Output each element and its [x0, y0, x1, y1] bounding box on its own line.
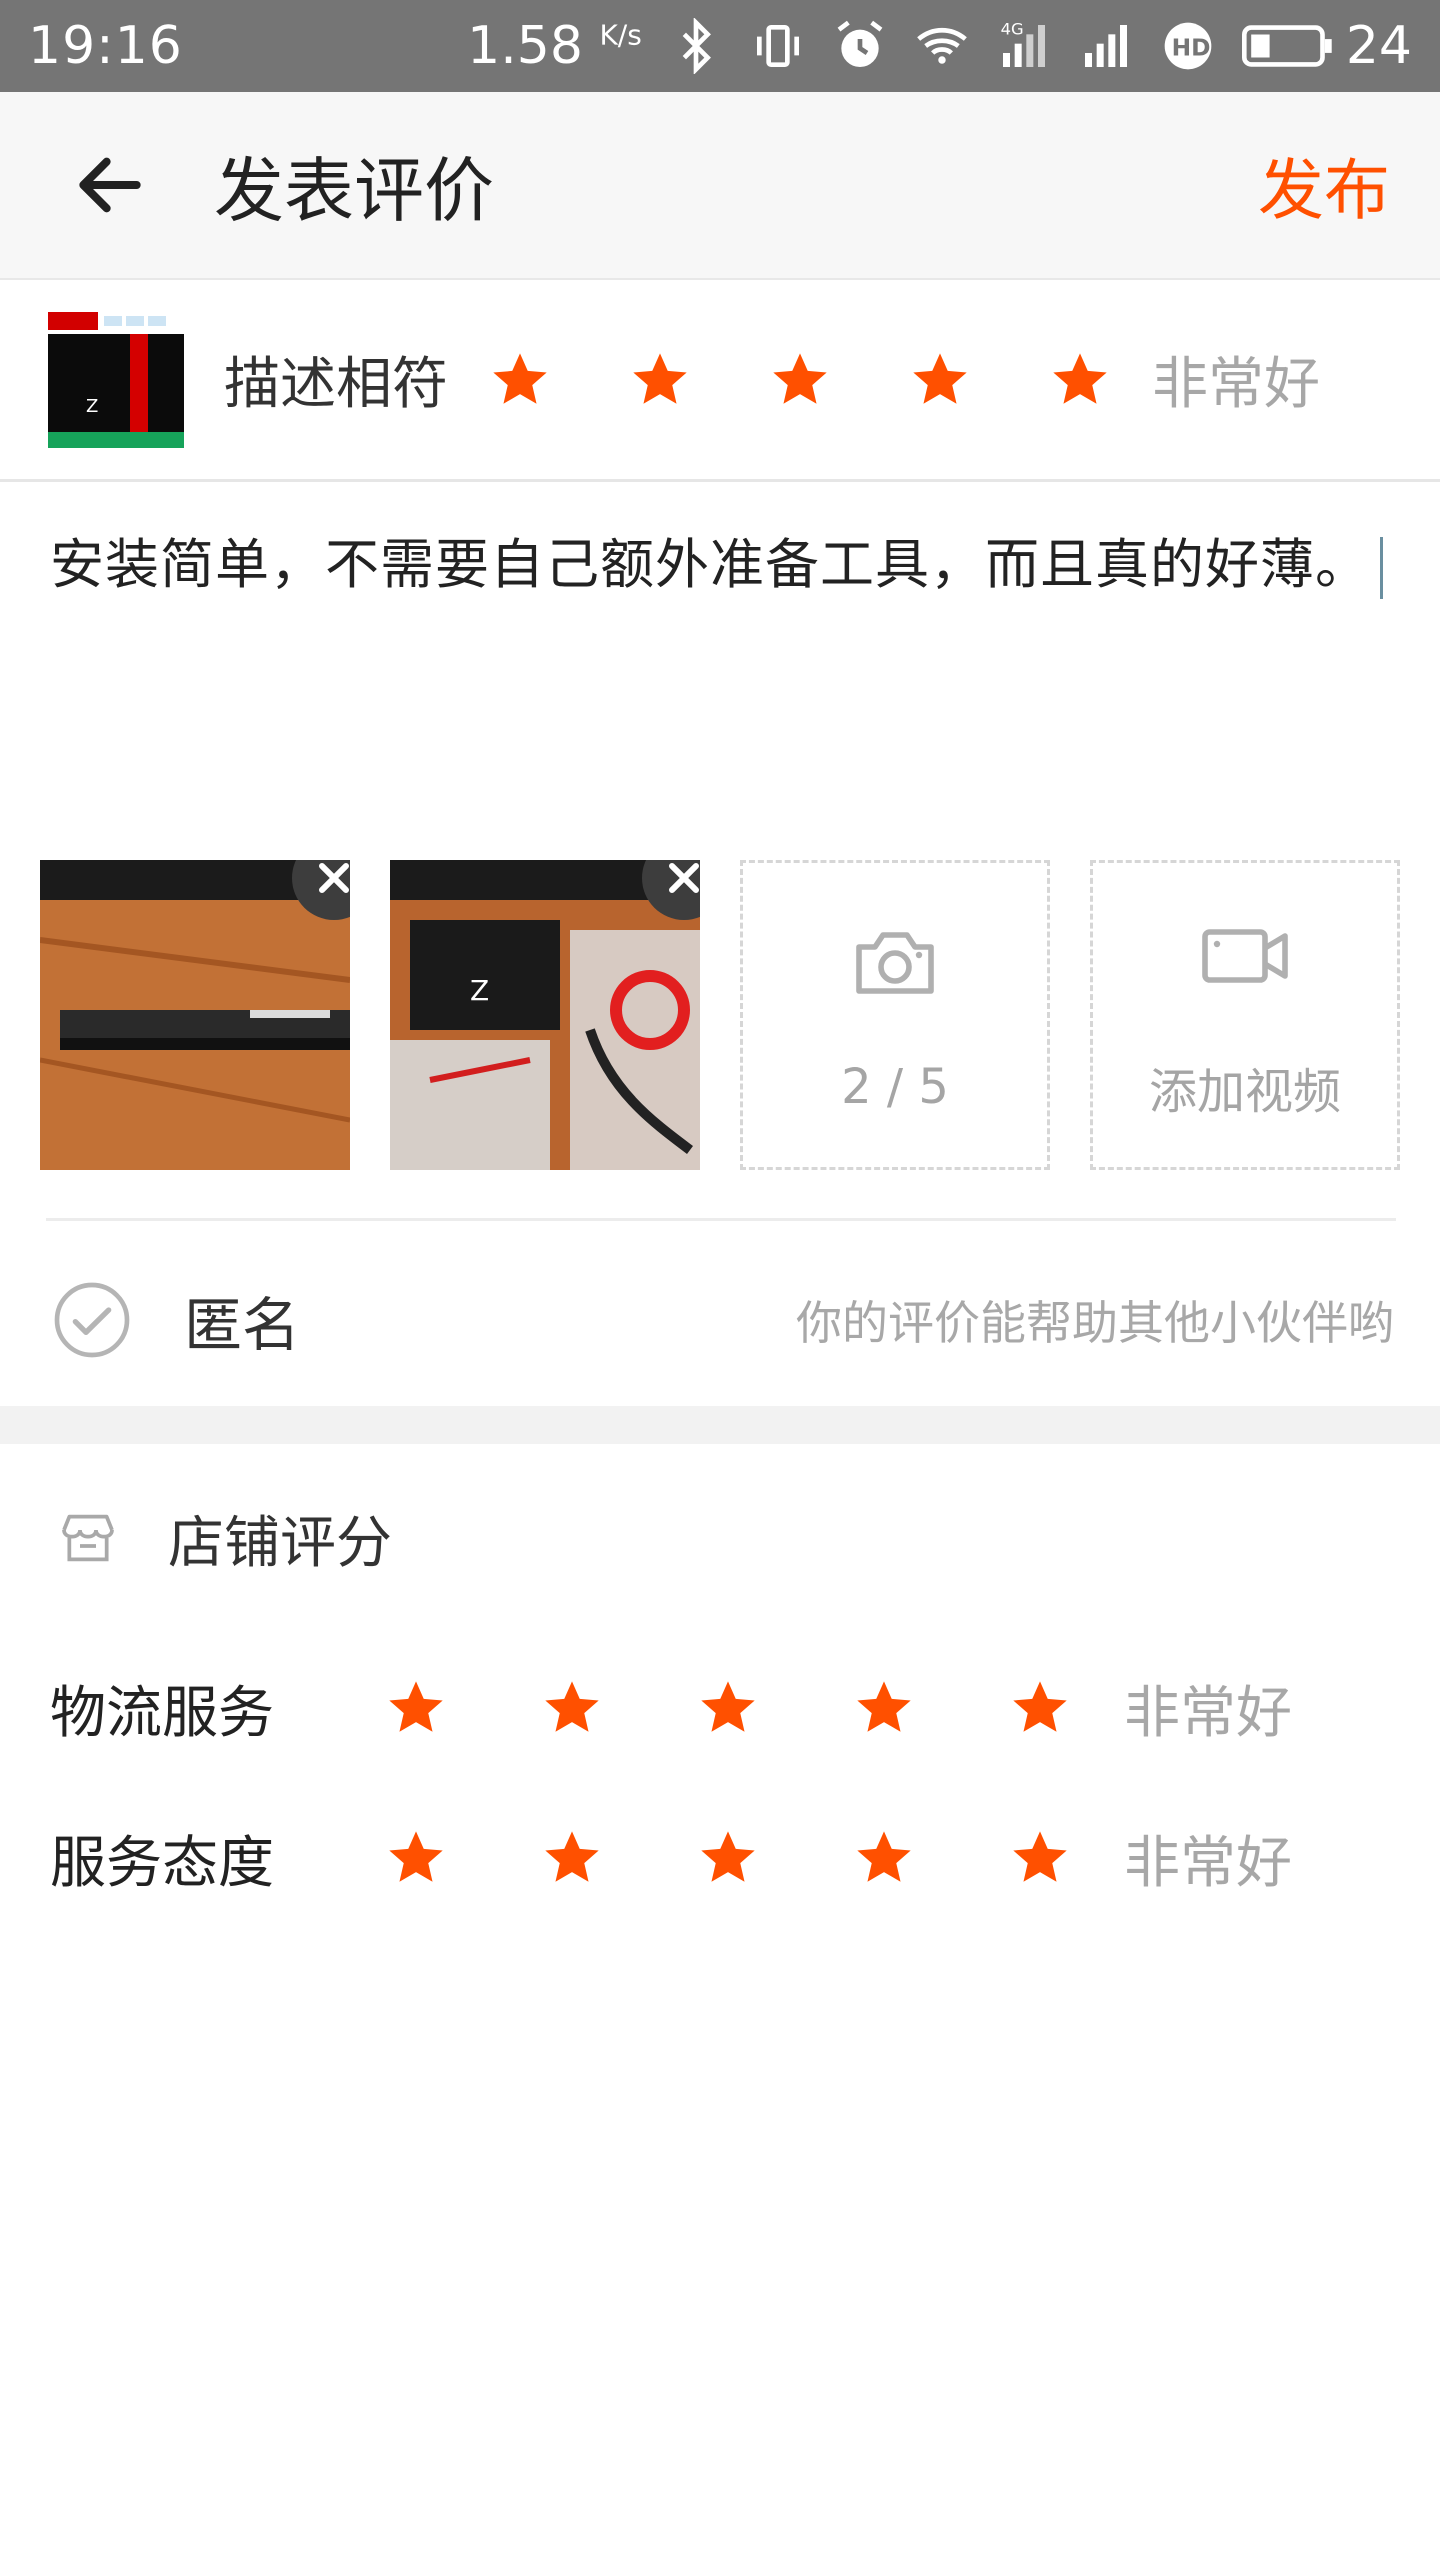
logistics-label: 物流服务	[50, 1680, 274, 1746]
star-icon[interactable]	[908, 348, 972, 412]
service-attitude-label: 服务态度	[50, 1830, 274, 1896]
review-text: 安装简单，不需要自己额外准备工具，而且真的好薄。	[50, 533, 1370, 596]
star-icon[interactable]	[628, 348, 692, 412]
logistics-rating-row: 物流服务 非常好	[0, 1648, 1440, 1768]
description-rating-label: 描述相符	[224, 352, 448, 417]
add-video-label: 添加视频	[1148, 1064, 1341, 1120]
divider	[46, 1218, 1396, 1221]
description-stars[interactable]	[488, 348, 1112, 412]
star-icon[interactable]	[768, 348, 832, 412]
status-time: 19:16	[28, 16, 183, 76]
uploaded-photo-1[interactable]	[40, 860, 350, 1170]
star-icon[interactable]	[488, 348, 552, 412]
star-icon[interactable]	[852, 1676, 916, 1740]
arrow-left-icon	[79, 157, 141, 213]
camera-icon	[856, 932, 934, 994]
product-thumbnail: Z	[48, 311, 184, 448]
hd-icon: HD	[1160, 18, 1216, 74]
net-speed-unit: K/s	[599, 18, 642, 52]
wifi-icon	[914, 18, 970, 74]
app-bar: 发表评价 发布	[0, 92, 1440, 280]
status-icons: 1.58 K/s 4G HD 24	[467, 16, 1412, 76]
bluetooth-icon	[668, 18, 724, 74]
alarm-icon	[832, 18, 888, 74]
product-rating-row: Z 描述相符 非常好	[0, 280, 1440, 482]
product-image: Z	[48, 311, 184, 448]
service-attitude-stars[interactable]	[384, 1826, 1072, 1890]
add-photo-button[interactable]: 2 / 5	[740, 860, 1050, 1170]
media-row: Z 2 / 5 添加视频	[0, 860, 1440, 1172]
close-icon	[319, 863, 349, 893]
vibrate-icon	[750, 18, 806, 74]
text-cursor	[1380, 537, 1383, 600]
publish-button[interactable]: 发布	[1258, 137, 1390, 233]
svg-text:HD: HD	[1171, 33, 1210, 61]
logistics-stars[interactable]	[384, 1676, 1072, 1740]
add-video-button[interactable]: 添加视频	[1090, 860, 1400, 1170]
battery-icon	[1241, 18, 1334, 74]
net-speed: 1.58 K/s	[467, 16, 642, 76]
uploaded-photo-2[interactable]: Z	[390, 860, 700, 1170]
back-button[interactable]	[50, 125, 170, 245]
page-title: 发表评价	[214, 149, 494, 232]
svg-text:Z: Z	[470, 974, 489, 1007]
anonymous-label[interactable]: 匿名	[184, 1278, 300, 1362]
shop-icon	[62, 1514, 114, 1562]
network-type-label: 4G	[1000, 19, 1023, 38]
photo-count-label: 2 / 5	[841, 1059, 949, 1115]
star-icon[interactable]	[384, 1826, 448, 1890]
signal-4g-icon: 4G	[996, 18, 1052, 74]
anonymous-hint: 你的评价能帮助其他小伙伴哟	[796, 1296, 1394, 1350]
star-icon[interactable]	[540, 1826, 604, 1890]
section-separator	[0, 1406, 1440, 1444]
star-icon[interactable]	[1008, 1676, 1072, 1740]
star-icon[interactable]	[384, 1676, 448, 1740]
star-icon[interactable]	[540, 1676, 604, 1740]
star-icon[interactable]	[696, 1826, 760, 1890]
anonymous-row: 匿名 你的评价能帮助其他小伙伴哟	[0, 1240, 1440, 1400]
shop-rating-title: 店铺评分	[168, 1510, 392, 1576]
description-rating-text: 非常好	[1152, 352, 1320, 417]
star-icon[interactable]	[1008, 1826, 1072, 1890]
status-bar: 19:16 1.58 K/s 4G HD 24	[0, 0, 1440, 92]
service-attitude-rating-row: 服务态度 非常好	[0, 1798, 1440, 1918]
signal-icon	[1078, 18, 1134, 74]
svg-text:Z: Z	[86, 396, 98, 417]
shop-rating-header: 店铺评分	[0, 1470, 1440, 1606]
review-textarea[interactable]: 安装简单，不需要自己额外准备工具，而且真的好薄。	[50, 520, 1390, 600]
star-icon[interactable]	[1048, 348, 1112, 412]
service-attitude-rating-text: 非常好	[1124, 1830, 1292, 1896]
battery: 24	[1241, 16, 1412, 76]
battery-level: 24	[1345, 16, 1412, 76]
logistics-rating-text: 非常好	[1124, 1680, 1292, 1746]
star-icon[interactable]	[696, 1676, 760, 1740]
star-icon[interactable]	[852, 1826, 916, 1890]
close-icon	[669, 863, 699, 893]
anonymous-check-icon[interactable]	[52, 1280, 132, 1360]
video-camera-icon	[1202, 929, 1288, 983]
